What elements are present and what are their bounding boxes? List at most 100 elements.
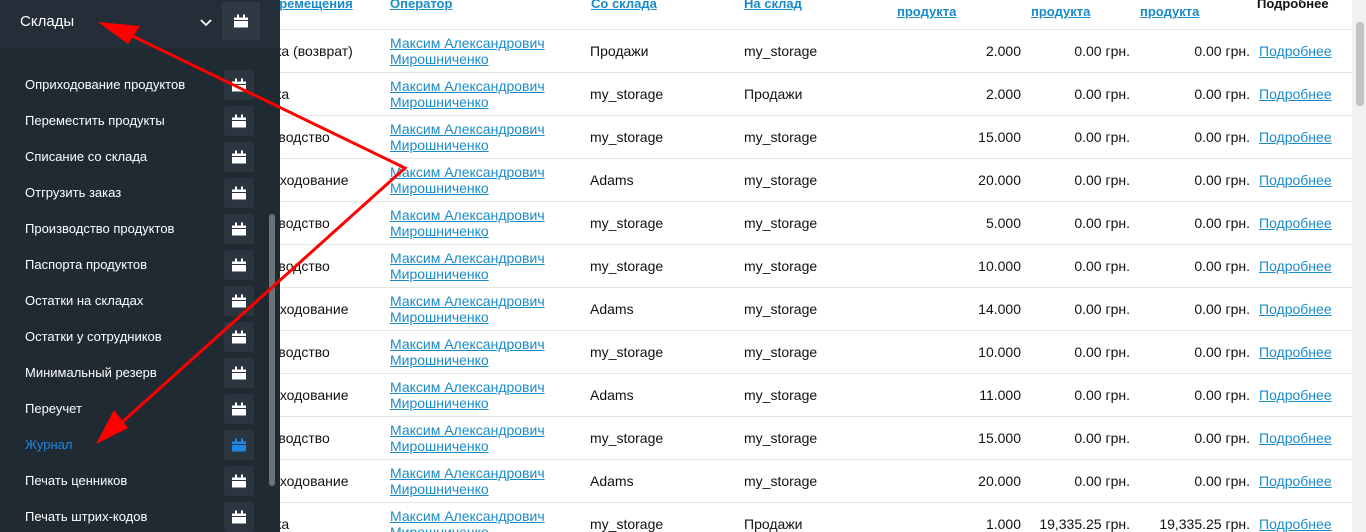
quantity-cell: 2.000 — [985, 43, 1021, 59]
sidebar-item-calendar-button[interactable] — [224, 250, 254, 280]
operator-link[interactable]: Максим Александрович — [390, 293, 545, 309]
sidebar-item-calendar-button[interactable] — [224, 394, 254, 424]
sidebar-item[interactable]: Списание со склада — [0, 139, 262, 175]
details-link[interactable]: Подробнее — [1259, 86, 1332, 102]
to-storage-cell: my_storage — [744, 301, 818, 317]
sidebar-item[interactable]: Печать штрих-кодов — [0, 499, 262, 532]
sidebar-item-calendar-button[interactable] — [224, 214, 254, 244]
operator-link-line2[interactable]: Мирошниченко — [390, 309, 489, 325]
operator-link-line2[interactable]: Мирошниченко — [390, 438, 489, 454]
table-row: иходование Максим АлександровичМирошничен… — [280, 158, 1352, 202]
col-price-header[interactable]: продукта — [1031, 4, 1090, 20]
from-storage-cell: my_storage — [590, 258, 664, 274]
operator-link[interactable]: Максим Александрович — [390, 508, 545, 524]
sidebar-item[interactable]: Печать ценников — [0, 463, 262, 499]
sidebar-title: Склады — [20, 13, 75, 30]
details-link[interactable]: Подробнее — [1259, 387, 1332, 403]
movement-type-cell: зводство — [280, 215, 330, 231]
details-link[interactable]: Подробнее — [1259, 258, 1332, 274]
operator-link[interactable]: Максим Александрович — [390, 465, 545, 481]
chevron-down-icon[interactable] — [196, 12, 216, 32]
quantity-cell: 10.000 — [978, 258, 1021, 274]
sidebar-item-calendar-button[interactable] — [224, 502, 254, 532]
operator-link[interactable]: Максим Александрович — [390, 422, 545, 438]
details-link[interactable]: Подробнее — [1259, 43, 1332, 59]
sidebar-item-calendar-button[interactable] — [224, 466, 254, 496]
sum-cell: 0.00 грн. — [1194, 172, 1250, 188]
sidebar-item[interactable]: Переучет — [0, 391, 262, 427]
sidebar-item-calendar-button[interactable] — [224, 142, 254, 172]
details-link[interactable]: Подробнее — [1259, 344, 1332, 360]
sum-cell: 0.00 грн. — [1194, 43, 1250, 59]
sidebar-scrollbar-thumb[interactable] — [269, 214, 275, 486]
calendar-icon — [232, 510, 246, 524]
sidebar-item[interactable]: Производство продуктов — [0, 211, 262, 247]
sidebar-item[interactable]: Оприходование продуктов — [0, 67, 262, 103]
sidebar-item[interactable]: Переместить продукты — [0, 103, 262, 139]
from-storage-cell: my_storage — [590, 516, 664, 532]
details-link[interactable]: Подробнее — [1259, 172, 1332, 188]
details-link[interactable]: Подробнее — [1259, 430, 1332, 446]
details-link[interactable]: Подробнее — [1259, 301, 1332, 317]
col-quantity-header[interactable]: продукта — [897, 4, 956, 20]
sidebar-item-label: Остатки у сотрудников — [25, 329, 162, 344]
operator-link[interactable]: Максим Александрович — [390, 121, 545, 137]
col-sum-header[interactable]: продукта — [1140, 4, 1199, 20]
sidebar-item-calendar-button[interactable] — [224, 286, 254, 316]
sidebar-item[interactable]: Остатки у сотрудников — [0, 319, 262, 355]
sidebar-item-label: Отгрузить заказ — [25, 185, 122, 200]
details-link[interactable]: Подробнее — [1259, 516, 1332, 532]
operator-link[interactable]: Максим Александрович — [390, 78, 545, 94]
col-to-storage-header[interactable]: На склад — [744, 0, 802, 12]
sidebar-header[interactable]: Склады — [0, 0, 280, 48]
price-cell: 0.00 грн. — [1074, 86, 1130, 102]
operator-link[interactable]: Максим Александрович — [390, 35, 545, 51]
operator-link-line2[interactable]: Мирошниченко — [390, 94, 489, 110]
sidebar-item[interactable]: Остатки на складах — [0, 283, 262, 319]
sidebar-item-calendar-button[interactable] — [224, 106, 254, 136]
table-row: иходование Максим АлександровичМирошничен… — [280, 373, 1352, 417]
operator-link-line2[interactable]: Мирошниченко — [390, 137, 489, 153]
sidebar-item-calendar-button[interactable] — [224, 70, 254, 100]
sum-cell: 0.00 грн. — [1194, 301, 1250, 317]
sidebar-item-calendar-button[interactable] — [224, 322, 254, 352]
sidebar-item[interactable]: Минимальный резерв — [0, 355, 262, 391]
operator-link-line2[interactable]: Мирошниченко — [390, 266, 489, 282]
calendar-icon — [232, 258, 246, 272]
details-link[interactable]: Подробнее — [1259, 473, 1332, 489]
operator-link[interactable]: Максим Александрович — [390, 379, 545, 395]
table-row: иходование Максим АлександровичМирошничен… — [280, 459, 1352, 503]
calendar-icon — [232, 474, 246, 488]
sum-cell: 0.00 грн. — [1194, 344, 1250, 360]
header-calendar-button[interactable] — [222, 2, 260, 40]
sidebar-item[interactable]: Отгрузить заказ — [0, 175, 262, 211]
operator-link[interactable]: Максим Александрович — [390, 336, 545, 352]
to-storage-cell: my_storage — [744, 258, 818, 274]
operator-link[interactable]: Максим Александрович — [390, 250, 545, 266]
col-operator-header[interactable]: Оператор — [390, 0, 452, 12]
details-link[interactable]: Подробнее — [1259, 129, 1332, 145]
to-storage-cell: Продажи — [744, 86, 803, 102]
operator-link-line2[interactable]: Мирошниченко — [390, 395, 489, 411]
to-storage-cell: my_storage — [744, 430, 818, 446]
operator-link-line2[interactable]: Мирошниченко — [390, 180, 489, 196]
from-storage-cell: my_storage — [590, 215, 664, 231]
details-link[interactable]: Подробнее — [1259, 215, 1332, 231]
col-from-storage-header[interactable]: Со склада — [591, 0, 657, 12]
operator-link-line2[interactable]: Мирошниченко — [390, 352, 489, 368]
sidebar-item[interactable]: Паспорта продуктов — [0, 247, 262, 283]
operator-link[interactable]: Максим Александрович — [390, 207, 545, 223]
sum-cell: 0.00 грн. — [1194, 430, 1250, 446]
operator-link-line2[interactable]: Мирошниченко — [390, 223, 489, 239]
page-scrollbar-thumb[interactable] — [1356, 22, 1364, 106]
col-movement-type-header[interactable]: еремещения — [280, 0, 353, 12]
sidebar-item-calendar-button[interactable] — [224, 430, 254, 460]
operator-link-line2[interactable]: Мирошниченко — [390, 51, 489, 67]
sidebar-item[interactable]: Журнал — [0, 427, 262, 463]
operator-link-line2[interactable]: Мирошниченко — [390, 481, 489, 497]
operator-link[interactable]: Максим Александрович — [390, 164, 545, 180]
operator-link-line2[interactable]: Мирошниченко — [390, 524, 489, 532]
sidebar-item-calendar-button[interactable] — [224, 178, 254, 208]
sidebar-item-calendar-button[interactable] — [224, 358, 254, 388]
calendar-icon — [232, 366, 246, 380]
